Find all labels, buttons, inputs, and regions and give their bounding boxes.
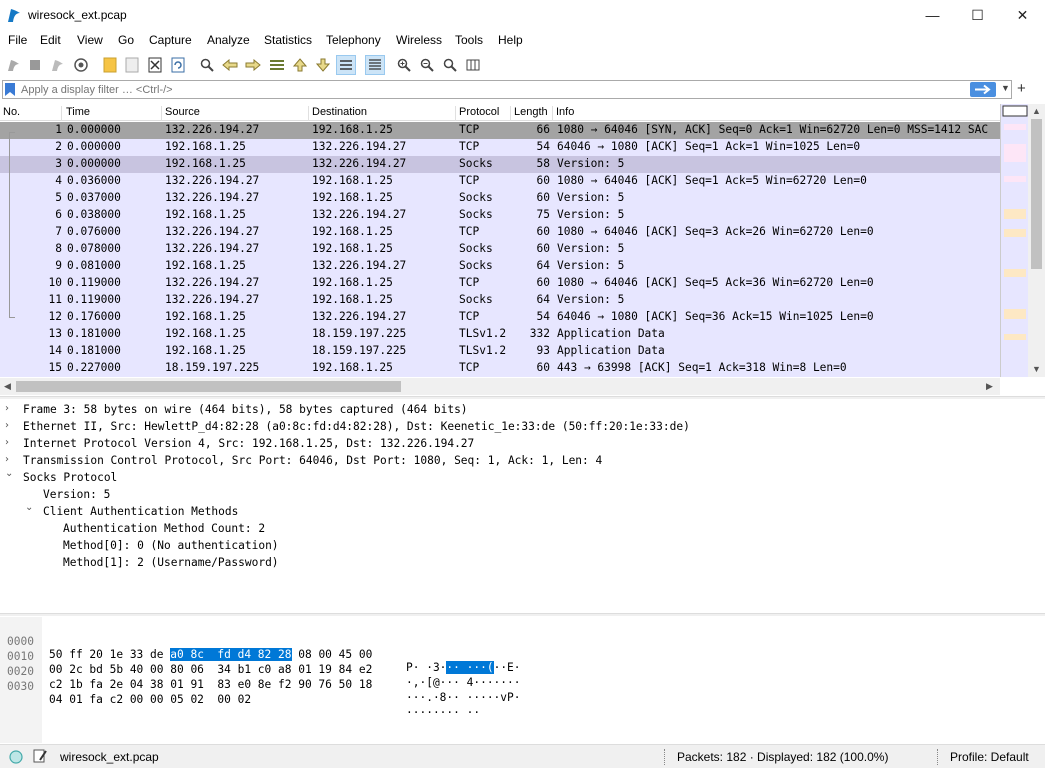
pane-splitter[interactable]	[0, 396, 1045, 399]
packet-row[interactable]: 12 0.176000 192.168.1.25 132.226.194.27 TCP 5…	[0, 309, 1000, 326]
title-bar: wiresock_ext.pcap — ☐ ✕	[0, 0, 1045, 30]
window-title: wiresock_ext.pcap	[28, 8, 127, 22]
packet-row-selected[interactable]: 3 0.000000 192.168.1.25 132.226.194.27 Socks…	[0, 156, 1000, 173]
autoscroll-icon[interactable]	[336, 55, 356, 75]
zoom-out-icon[interactable]	[417, 55, 437, 75]
packet-row[interactable]: 2 0.000000 192.168.1.25 132.226.194.27 TCP 54…	[0, 139, 1000, 156]
column-info[interactable]: Info	[553, 106, 1000, 121]
packet-row[interactable]: 10 0.119000 132.226.194.27 192.168.1.25 TCP 6…	[0, 275, 1000, 292]
restart-icon[interactable]	[47, 55, 67, 75]
display-filter-bar: ▼ +	[0, 79, 1045, 101]
go-forward-icon[interactable]	[243, 55, 263, 75]
apply-filter-button[interactable]	[970, 82, 996, 97]
packet-minimap[interactable]	[1000, 104, 1028, 377]
column-no[interactable]: No.	[0, 106, 62, 121]
chevron-right-icon: ›	[5, 454, 9, 465]
filter-box: ▼	[2, 80, 1012, 99]
first-packet-icon[interactable]	[290, 55, 310, 75]
chevron-down-icon: ⌄	[5, 468, 14, 479]
capture-comment-icon[interactable]	[32, 748, 48, 764]
column-source[interactable]: Source	[162, 106, 309, 121]
status-separator	[937, 749, 938, 765]
packet-row[interactable]: 6 0.038000 192.168.1.25 132.226.194.27 Socks…	[0, 207, 1000, 224]
go-back-icon[interactable]	[220, 55, 240, 75]
chevron-right-icon: ›	[5, 420, 9, 431]
packet-row[interactable]: 5 0.037000 132.226.194.27 192.168.1.25 Socks…	[0, 190, 1000, 207]
packet-details-pane: › Frame 3: 58 bytes on wire (464 bits), 5…	[5, 403, 690, 569]
menu-tools[interactable]: Tools	[455, 33, 483, 47]
expert-info-icon[interactable]	[8, 749, 24, 765]
conversation-bracket	[9, 132, 15, 318]
column-length[interactable]: Length	[511, 106, 553, 121]
bytes-row[interactable]: 0000 50 ff 20 1e 33 de a0 8c fd d4 82 28…	[0, 622, 521, 674]
open-file-icon[interactable]	[100, 55, 120, 75]
go-to-packet-icon[interactable]	[267, 55, 287, 75]
packet-list-vscrollbar[interactable]: ▲ ▼	[1028, 104, 1045, 377]
chevron-right-icon: ›	[5, 437, 9, 448]
menu-analyze[interactable]: Analyze	[207, 33, 250, 47]
status-separator	[664, 749, 665, 765]
wireshark-fin-icon	[8, 9, 20, 22]
hscroll-thumb[interactable]	[16, 381, 401, 392]
maximize-button[interactable]: ☐	[955, 0, 1000, 30]
bytes-row[interactable]: 0020 c2 1b fa 2e 04 38 01 91 83 e0 8e f2…	[0, 652, 521, 704]
pane-splitter[interactable]	[0, 613, 1045, 616]
zoom-normal-icon[interactable]	[440, 55, 460, 75]
packet-row[interactable]: 14 0.181000 192.168.1.25 18.159.197.225 TLSv…	[0, 343, 1000, 360]
display-filter-input[interactable]	[21, 81, 961, 98]
packet-row[interactable]: 1 0.000000 132.226.194.27 192.168.1.25 TCP 66…	[0, 122, 1000, 139]
status-bar: wiresock_ext.pcap Packets: 182 · Display…	[0, 744, 1045, 768]
packet-list-header: No. Time Source Destination Protocol Len…	[0, 104, 1000, 121]
packet-row[interactable]: 15 0.227000 18.159.197.225 192.168.1.25 TCP 6…	[0, 360, 1000, 377]
close-file-icon[interactable]	[145, 55, 165, 75]
reload-icon[interactable]	[168, 55, 188, 75]
menu-telephony[interactable]: Telephony	[326, 33, 381, 47]
column-protocol[interactable]: Protocol	[456, 106, 511, 121]
bookmark-icon[interactable]	[5, 83, 15, 96]
options-icon[interactable]	[71, 55, 91, 75]
bytes-row[interactable]: 0030 04 01 fa c2 00 00 05 02 00 02 ·····…	[0, 667, 480, 719]
close-window-button[interactable]: ✕	[1000, 0, 1045, 30]
menu-wireless[interactable]: Wireless	[396, 33, 442, 47]
resize-columns-icon[interactable]	[463, 55, 483, 75]
menu-bar: File Edit View Go Capture Analyze Statis…	[0, 30, 1045, 52]
packet-row[interactable]: 13 0.181000 192.168.1.25 18.159.197.225 TLSv…	[0, 326, 1000, 343]
menu-edit[interactable]: Edit	[40, 33, 61, 47]
main-toolbar	[0, 52, 1045, 78]
packet-row[interactable]: 9 0.081000 192.168.1.25 132.226.194.27 Socks…	[0, 258, 1000, 275]
packet-row[interactable]: 4 0.036000 132.226.194.27 192.168.1.25 TCP 60…	[0, 173, 1000, 190]
selected-bytes: a0 8c fd d4 82 28	[170, 648, 292, 661]
packet-list-hscrollbar[interactable]: ◀ ▶	[0, 378, 1000, 395]
shark-fin-start-icon[interactable]	[3, 55, 23, 75]
column-destination[interactable]: Destination	[309, 106, 456, 121]
bytes-row[interactable]: 0010 00 2c bd 5b 40 00 80 06 34 b1 c0 a8…	[0, 637, 521, 689]
packet-list: 1 0.000000 132.226.194.27 192.168.1.25 TCP 66…	[0, 122, 1000, 377]
vscroll-thumb[interactable]	[1031, 119, 1042, 269]
colorize-icon[interactable]	[365, 55, 385, 75]
stop-icon[interactable]	[25, 55, 45, 75]
column-time[interactable]: Time	[63, 106, 162, 121]
chevron-down-icon[interactable]: ▼	[1001, 83, 1010, 93]
menu-capture[interactable]: Capture	[149, 33, 192, 47]
packet-bytes-pane: 0000 50 ff 20 1e 33 de a0 8c fd d4 82 28…	[0, 617, 1045, 743]
packet-row[interactable]: 11 0.119000 132.226.194.27 192.168.1.25 Sock…	[0, 292, 1000, 309]
status-file: wiresock_ext.pcap	[60, 750, 159, 764]
status-profile[interactable]: Profile: Default	[950, 750, 1029, 764]
chevron-right-icon: ›	[5, 403, 9, 414]
add-filter-button[interactable]: +	[1017, 80, 1026, 97]
find-icon[interactable]	[197, 55, 217, 75]
menu-view[interactable]: View	[77, 33, 103, 47]
packet-row[interactable]: 7 0.076000 132.226.194.27 192.168.1.25 TCP 60…	[0, 224, 1000, 241]
packet-row[interactable]: 8 0.078000 132.226.194.27 192.168.1.25 Socks…	[0, 241, 1000, 258]
file-set-icon[interactable]	[122, 55, 142, 75]
zoom-in-icon[interactable]	[394, 55, 414, 75]
menu-help[interactable]: Help	[498, 33, 523, 47]
menu-go[interactable]: Go	[118, 33, 134, 47]
minimize-button[interactable]: —	[910, 0, 955, 30]
menu-statistics[interactable]: Statistics	[264, 33, 312, 47]
status-packets: Packets: 182 · Displayed: 182 (100.0%)	[677, 750, 889, 764]
menu-file[interactable]: File	[8, 33, 27, 47]
last-packet-icon[interactable]	[313, 55, 333, 75]
chevron-down-icon: ⌄	[25, 502, 34, 513]
